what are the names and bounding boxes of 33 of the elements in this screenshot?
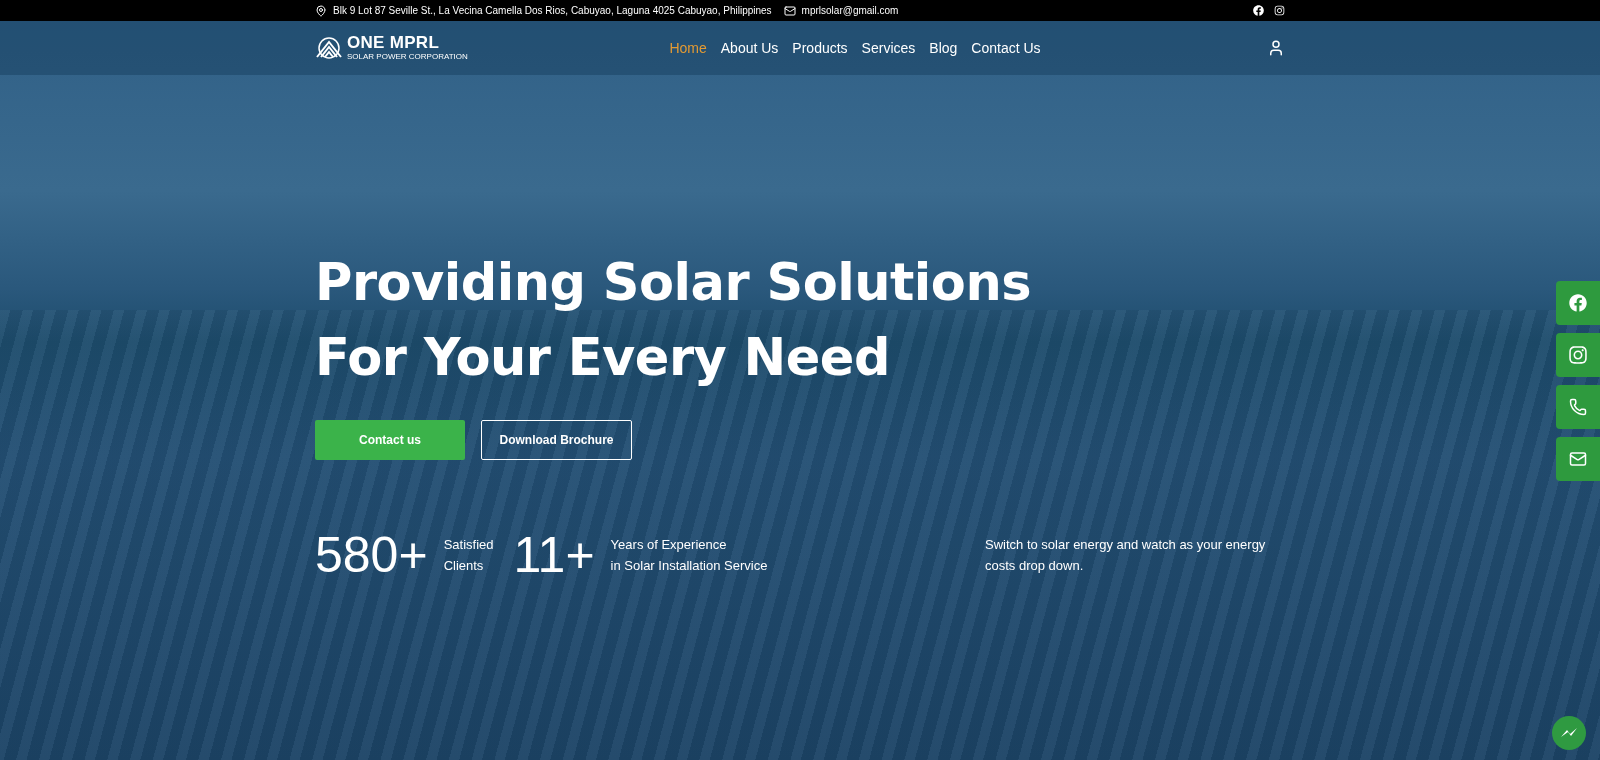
nav-link[interactable]: Products: [792, 40, 848, 56]
map-pin-icon: [315, 4, 327, 17]
instagram-icon[interactable]: [1274, 5, 1285, 16]
nav-link[interactable]: About Us: [720, 40, 779, 56]
logo-icon: [315, 37, 343, 59]
facebook-icon: [1569, 294, 1587, 312]
logo-tagline: SOLAR POWER CORPORATION: [347, 52, 468, 62]
nav-link[interactable]: Home: [669, 40, 707, 56]
download-button[interactable]: Download Brochure: [481, 420, 632, 460]
stat-value: 580+: [315, 530, 428, 580]
nav-link[interactable]: Services: [861, 40, 916, 56]
stat-value: 11+: [513, 530, 595, 580]
instagram-icon: [1568, 345, 1588, 365]
mail-icon: [1569, 450, 1587, 468]
user-icon[interactable]: [1267, 39, 1285, 57]
nav-link[interactable]: Contact Us: [971, 40, 1041, 56]
stat-label: Years of Experience in Solar Installation Service: [610, 536, 768, 575]
address-text: Blk 9 Lot 87 Seville St., La Vecina Camella Dos Rios, Cabuyao, Laguna 4025 Cabuyao, Philippines: [315, 4, 772, 17]
phone-icon: [1569, 398, 1587, 416]
hero-heading: Providing Solar Solutions For Your Every Need: [315, 252, 1033, 389]
instagram-button[interactable]: [1556, 333, 1600, 377]
nav-link[interactable]: Blog: [929, 40, 958, 56]
facebook-button[interactable]: [1556, 281, 1600, 325]
zigzag-icon: [1560, 727, 1578, 739]
mail-icon: [783, 4, 796, 17]
facebook-icon[interactable]: [1253, 5, 1264, 16]
logo-name: ONE MPRL: [347, 34, 441, 51]
mail-button[interactable]: [1556, 437, 1600, 481]
phone-button[interactable]: [1556, 385, 1600, 429]
chat-button[interactable]: [1552, 716, 1586, 750]
hero-tagline: Switch to solar energy and watch as your energy costs drop down.: [985, 536, 1267, 575]
email-text: mprlsolar@gmail.com: [783, 4, 899, 17]
stat-label: Satisfied Clients: [443, 536, 494, 575]
